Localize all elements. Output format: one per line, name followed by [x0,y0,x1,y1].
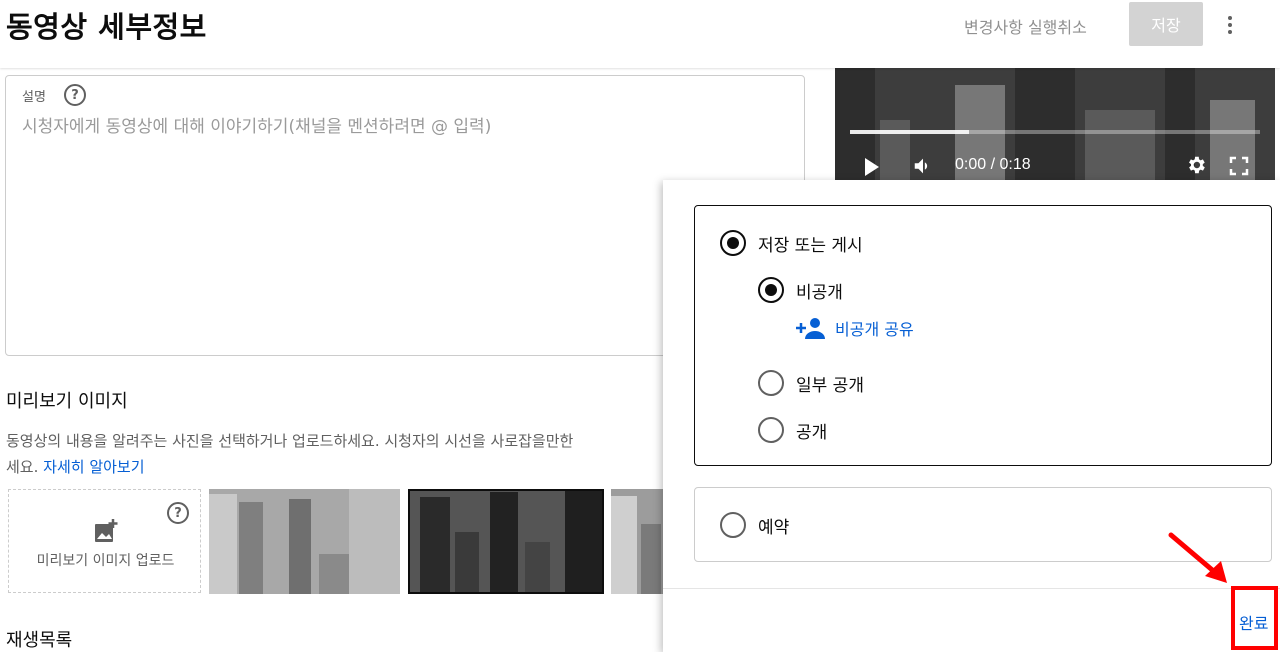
save-or-publish-label: 저장 또는 게시 [758,236,863,256]
thumbnail-option-3[interactable] [611,489,671,594]
settings-gear-icon[interactable] [1185,154,1207,176]
add-photo-icon [95,519,118,542]
schedule-radio[interactable] [720,512,746,538]
unlisted-radio[interactable] [758,370,784,396]
save-or-publish-radio[interactable] [720,230,746,256]
save-or-publish-box[interactable]: 저장 또는 게시 비공개 비공개 공유 일부 공개 공개 [694,205,1272,466]
play-icon[interactable] [865,158,879,176]
page-title: 동영상 세부정보 [6,10,207,44]
share-private-link[interactable]: 비공개 공유 [795,316,914,340]
thumbnail-option-1[interactable] [209,489,400,594]
public-radio[interactable] [758,417,784,443]
unlisted-label: 일부 공개 [796,376,864,396]
thumbnail-section-title: 미리보기 이미지 [6,391,128,412]
video-time: 0:00 / 0:18 [955,156,1031,173]
thumbnail-upload-label: 미리보기 이미지 업로드 [36,553,175,569]
share-private-label: 비공개 공유 [835,320,914,339]
private-radio[interactable] [758,277,784,303]
save-button[interactable]: 저장 [1129,2,1203,46]
video-progress-bar[interactable] [850,130,1260,134]
highlight-box-annotation [1231,586,1278,650]
header-bar: 동영상 세부정보 변경사항 실행취소 저장 [0,0,1280,68]
volume-icon[interactable] [911,155,935,177]
help-icon[interactable]: ? [167,502,189,524]
description-placeholder: 시청자에게 동영상에 대해 이야기하기(채널을 멘션하려면 @ 입력) [22,117,492,137]
public-label: 공개 [796,423,828,443]
video-progress-fill [850,130,969,134]
more-options-icon[interactable] [1216,8,1244,42]
learn-more-link[interactable]: 자세히 알아보기 [43,458,144,476]
add-person-icon [796,318,825,339]
playlist-section-title: 재생목록 [6,630,73,651]
thumbnail-upload-button[interactable]: ? 미리보기 이미지 업로드 [8,489,201,593]
schedule-label: 예약 [758,518,790,538]
help-icon[interactable]: ? [64,84,86,106]
fullscreen-icon[interactable] [1229,156,1249,176]
thumbnail-description: 동영상의 내용을 알려주는 사진을 선택하거나 업로드하세요. 시청자의 시선을… [6,432,574,476]
private-label: 비공개 [796,283,843,303]
video-player[interactable]: 0:00 / 0:18 [835,68,1275,180]
thumbnail-option-2[interactable] [408,489,604,594]
undo-changes-button[interactable]: 변경사항 실행취소 [964,14,1087,38]
red-arrow-annotation [1168,532,1227,583]
description-label: 설명 [22,90,46,105]
